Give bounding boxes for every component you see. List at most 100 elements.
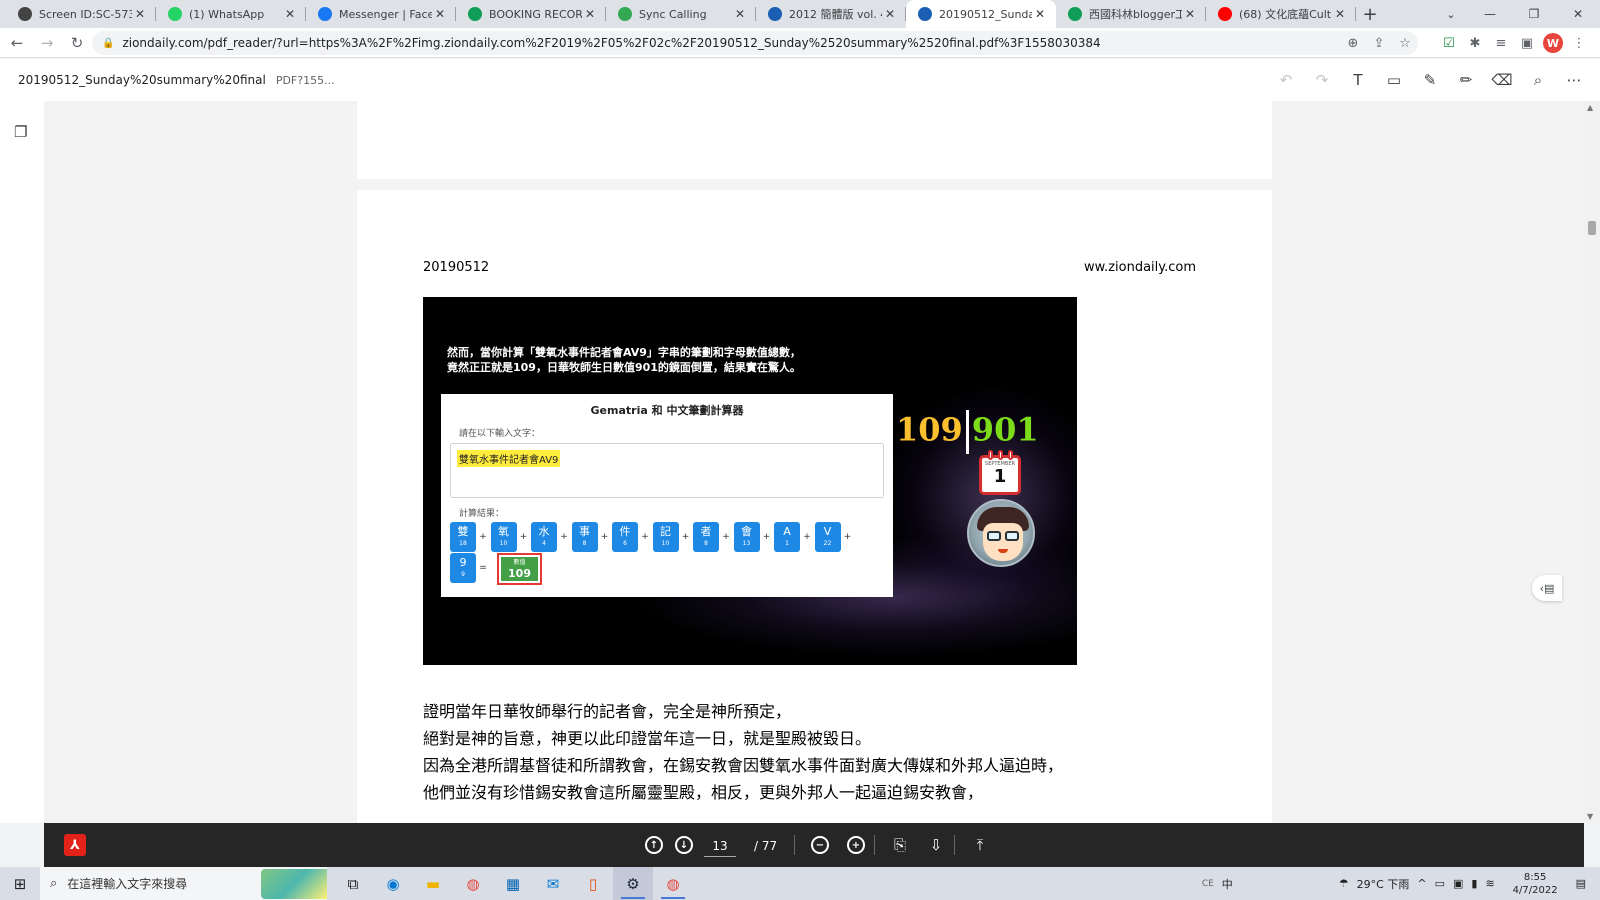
browser-tab[interactable]: BOOKING RECORD -✕: [456, 0, 606, 28]
back-button[interactable]: ←: [4, 30, 30, 56]
profile-avatar[interactable]: W: [1543, 33, 1563, 53]
task-view-icon[interactable]: ⧉: [333, 867, 373, 900]
scroll-up-arrow-icon[interactable]: ▲: [1587, 103, 1593, 112]
chip-glyph: 記: [660, 525, 671, 538]
more-options-icon[interactable]: ⋯: [1556, 71, 1592, 89]
chrome-menu-icon[interactable]: ⋮: [1566, 36, 1592, 51]
clock[interactable]: 8:55 4/7/2022: [1509, 871, 1562, 897]
vertical-scrollbar[interactable]: ▲ ▼: [1584, 101, 1600, 823]
previous-page-button[interactable]: ↑: [642, 823, 666, 867]
restore-button[interactable]: ❐: [1512, 0, 1556, 28]
browser-tab[interactable]: 20190512_Sunday%✕: [906, 0, 1056, 28]
page-body-text: 證明當年日華牧師舉行的記者會，完全是神所預定， 絕對是神的旨意，神更以此印證當年…: [423, 698, 1223, 806]
minimize-button[interactable]: —: [1468, 0, 1512, 28]
chrome-profile-icon[interactable]: ◍: [653, 867, 693, 900]
reading-list-icon[interactable]: ≡: [1488, 36, 1514, 51]
battery-icon[interactable]: ▮: [1471, 877, 1477, 890]
tab-search-chevron-icon[interactable]: ⌄: [1436, 0, 1466, 28]
mail-icon[interactable]: ✉: [533, 867, 573, 900]
close-window-button[interactable]: ✕: [1556, 0, 1600, 28]
browser-tab[interactable]: Messenger | Faceboo✕: [306, 0, 456, 28]
divider: [874, 835, 875, 855]
cartoon-face-icon: [967, 499, 1035, 567]
scroll-down-arrow-icon[interactable]: ▼: [1587, 812, 1593, 821]
pdf-viewer[interactable]: 20190512 ww.ziondaily.com 然而，當你計算「雙氧水事件記…: [44, 101, 1584, 823]
taskbar-search-box[interactable]: ⌕ 在這裡輸入文字來搜尋: [40, 867, 327, 900]
weather-text[interactable]: 29°C 下雨: [1357, 876, 1410, 892]
browser-tab[interactable]: 2012 簡體版 vol. 48✕: [756, 0, 906, 28]
redo-icon[interactable]: ↷: [1304, 71, 1340, 89]
browser-tab[interactable]: (68) 文化底蘊Culture✕: [1206, 0, 1356, 28]
browser-tab[interactable]: Sync Calling ✕: [606, 0, 756, 28]
pages-thumbnail-icon[interactable]: ❐: [14, 123, 27, 141]
undo-icon[interactable]: ↶: [1268, 71, 1304, 89]
window-controls: — ❐ ✕: [1468, 0, 1600, 28]
extension-check-icon[interactable]: ☑: [1436, 36, 1462, 51]
store-icon[interactable]: ▦: [493, 867, 533, 900]
download-button[interactable]: ⇩: [924, 823, 948, 867]
url-text[interactable]: ziondaily.com/pdf_reader/?url=https%3A%2…: [122, 36, 1340, 50]
stroke-chip: V 22: [814, 522, 841, 552]
bookmark-star-icon[interactable]: ☆: [1392, 36, 1418, 51]
extensions-puzzle-icon[interactable]: ✱: [1462, 36, 1488, 51]
clock-time: 8:55: [1523, 871, 1547, 883]
meet-now-icon[interactable]: ▭: [1435, 877, 1445, 890]
chip-number: 10: [499, 540, 508, 547]
close-tab-icon[interactable]: ✕: [132, 7, 148, 21]
reload-button[interactable]: ↻: [64, 30, 90, 56]
search-icon[interactable]: ⌕: [1520, 71, 1556, 89]
close-tab-icon[interactable]: ✕: [1332, 7, 1348, 21]
close-tab-icon[interactable]: ✕: [882, 7, 898, 21]
ime-language[interactable]: 中: [1222, 876, 1233, 892]
close-tab-icon[interactable]: ✕: [582, 7, 598, 21]
draw-pen-icon[interactable]: ✏: [1448, 71, 1484, 89]
eraser-icon[interactable]: ⌫: [1484, 71, 1520, 89]
browser-tab[interactable]: Screen ID:SC-573-00✕: [6, 0, 156, 28]
text-tool-icon[interactable]: T: [1340, 71, 1376, 89]
start-button[interactable]: ⊞: [0, 867, 40, 900]
office-icon[interactable]: ▯: [573, 867, 613, 900]
share-icon[interactable]: ⇪: [1366, 36, 1392, 51]
fit-page-button[interactable]: ⎘: [888, 823, 912, 867]
highlight-icon[interactable]: ✎: [1412, 71, 1448, 89]
zoom-in-button[interactable]: +: [844, 823, 868, 867]
browser-tab[interactable]: 西國科林blogger工作✕: [1056, 0, 1206, 28]
wifi-icon[interactable]: ≋: [1485, 877, 1494, 890]
tab-title: 2012 簡體版 vol. 48: [789, 8, 882, 21]
chip-number: 8: [704, 540, 708, 547]
chip-glyph: 水: [538, 525, 550, 538]
minus-icon: −: [811, 836, 829, 854]
zoom-out-button[interactable]: −: [808, 823, 832, 867]
scrollbar-thumb[interactable]: [1588, 221, 1596, 235]
tray-chevron-icon[interactable]: ^: [1417, 877, 1426, 890]
windows-taskbar: ⊞ ⌕ 在這裡輸入文字來搜尋 ⧉ ◉ ▬ ◍ ▦ ✉ ▯ ⚙ ◍ CE 中 ☂ …: [0, 867, 1600, 900]
close-tab-icon[interactable]: ✕: [1182, 7, 1198, 21]
next-page-button[interactable]: ↓: [672, 823, 696, 867]
browser-tab[interactable]: (1) WhatsApp ✕: [156, 0, 306, 28]
file-explorer-icon[interactable]: ▬: [413, 867, 453, 900]
ime-indicator[interactable]: CE: [1202, 879, 1214, 889]
page-number-input[interactable]: 13: [704, 835, 736, 857]
close-tab-icon[interactable]: ✕: [432, 7, 448, 21]
chrome-icon[interactable]: ◍: [453, 867, 493, 900]
comments-panel-toggle-icon[interactable]: ‹▤: [1532, 575, 1562, 601]
notification-icon[interactable]: ▤: [1576, 877, 1586, 890]
tab-title: (1) WhatsApp: [189, 7, 265, 21]
save-button[interactable]: ⤒: [968, 823, 992, 867]
omnibox[interactable]: 🔒 ziondaily.com/pdf_reader/?url=https%3A…: [92, 31, 1418, 55]
close-tab-icon[interactable]: ✕: [1032, 7, 1048, 21]
side-panel-icon[interactable]: ▣: [1514, 36, 1540, 51]
download-icon: ⇩: [929, 836, 943, 854]
new-tab-button[interactable]: +: [1356, 0, 1384, 28]
steam-icon[interactable]: ⚙: [613, 867, 653, 900]
edge-browser-icon[interactable]: ◉: [373, 867, 413, 900]
comment-icon[interactable]: ▭: [1376, 71, 1412, 89]
lock-icon[interactable]: 🔒: [102, 38, 114, 49]
weather-rain-icon[interactable]: ☂: [1339, 877, 1349, 890]
close-tab-icon[interactable]: ✕: [282, 7, 298, 21]
display-icon[interactable]: ▣: [1453, 877, 1463, 890]
screen-icon: [18, 7, 32, 21]
forward-button[interactable]: →: [34, 30, 60, 56]
zoom-icon[interactable]: ⊕: [1340, 36, 1366, 51]
close-tab-icon[interactable]: ✕: [732, 7, 748, 21]
